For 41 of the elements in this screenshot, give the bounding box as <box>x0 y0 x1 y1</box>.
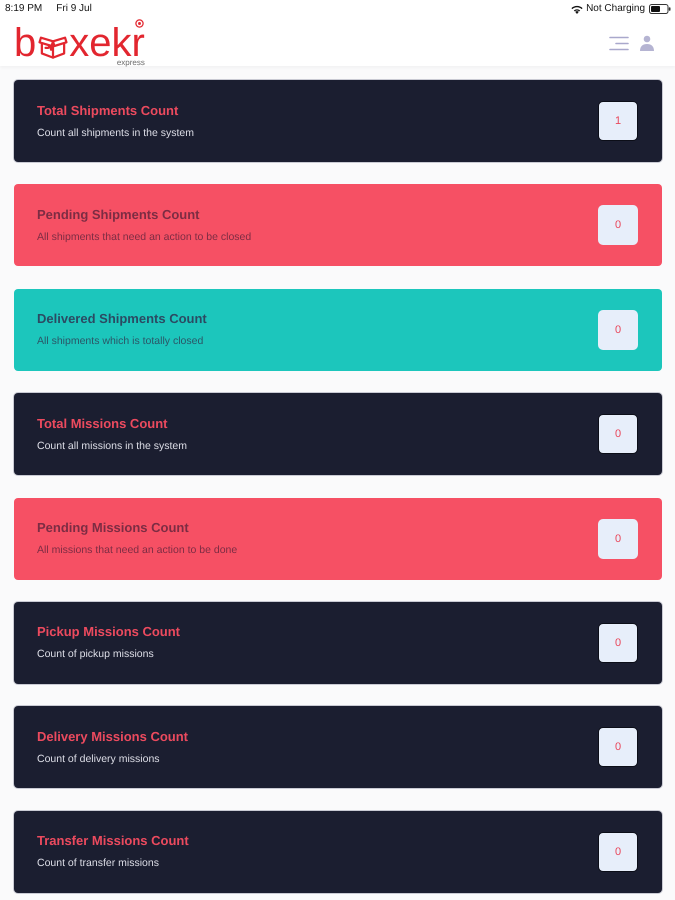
count-value: 0 <box>598 205 638 246</box>
stat-card[interactable]: Delivered Shipments Count All shipments which is totally closed 0 <box>14 288 662 371</box>
status-date: Fri 9 Jul <box>56 3 92 15</box>
battery-icon <box>649 4 671 14</box>
count-value: 0 <box>598 832 638 872</box>
stat-card[interactable]: Total Missions Count Count all missions in the system 0 <box>14 393 662 476</box>
card-title: Pending Missions Count <box>37 520 190 536</box>
logo-text: b <box>14 28 36 58</box>
menu-icon[interactable] <box>609 36 629 50</box>
logo-text: xekr <box>69 28 145 58</box>
count-value: 1 <box>598 101 638 141</box>
card-description: All shipments that need an action to be closed <box>37 230 252 244</box>
card-description: Count all missions in the system <box>37 438 187 453</box>
card-title: Total Missions Count <box>37 416 168 432</box>
status-time: 8:19 PM <box>5 3 42 15</box>
card-title: Transfer Missions Count <box>37 833 189 850</box>
wifi-icon <box>571 4 584 14</box>
count-value: 0 <box>598 518 638 559</box>
card-description: Count of delivery missions <box>37 752 161 766</box>
count-value: 0 <box>598 414 638 454</box>
card-description: Count of transfer missions <box>37 856 160 870</box>
card-title: Pending Shipments Count <box>37 206 200 223</box>
user-icon[interactable] <box>639 35 655 51</box>
registered-icon <box>134 19 144 28</box>
card-description: All shipments which is totally closed <box>37 334 204 348</box>
card-description: All missions that need an action to be done <box>37 543 238 558</box>
card-description: Count of pickup missions <box>37 647 155 662</box>
card-title: Delivery Missions Count <box>37 728 188 745</box>
stat-card[interactable]: Pickup Missions Count Count of pickup missions 0 <box>14 602 662 684</box>
count-value: 0 <box>598 622 638 663</box>
card-title: Total Shipments Count <box>37 102 180 118</box>
card-description: Count all shipments in the system <box>37 126 194 140</box>
card-title: Delivered Shipments Count <box>37 311 207 328</box>
charging-status: Not Charging <box>586 3 645 15</box>
stat-card[interactable]: Transfer Missions Count Count of transfer missions 0 <box>14 810 662 893</box>
stat-card[interactable]: Total Shipments Count Count all shipments in the system 1 <box>14 80 662 162</box>
count-value: 0 <box>598 310 638 350</box>
stat-card[interactable]: Delivery Missions Count Count of delivery missions 0 <box>14 706 662 788</box>
card-title: Pickup Missions Count <box>37 624 180 640</box>
count-value: 0 <box>598 727 638 768</box>
logo-tagline: express <box>116 59 145 67</box>
